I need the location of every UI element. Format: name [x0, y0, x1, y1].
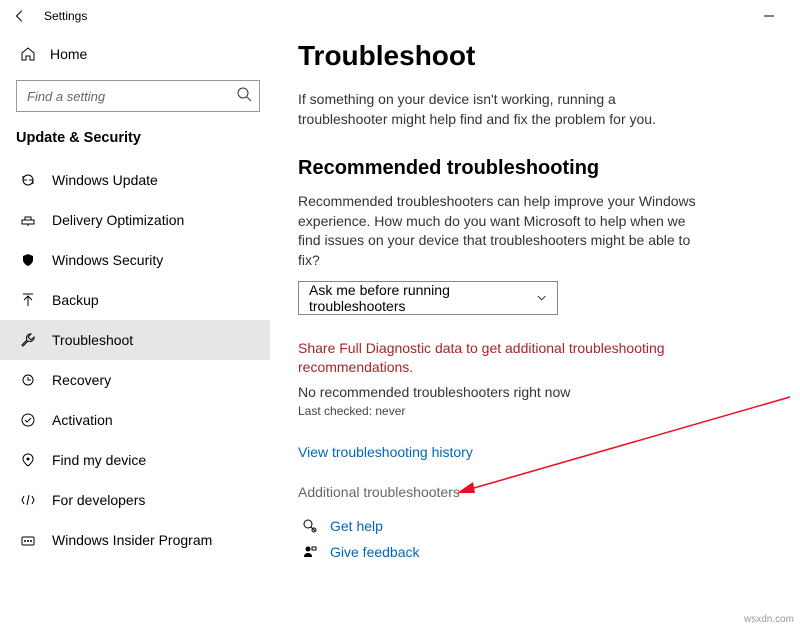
home-label: Home [50, 46, 87, 62]
give-feedback-row[interactable]: Give feedback [298, 544, 760, 560]
delivery-icon [18, 212, 38, 228]
nav-label: Find my device [52, 452, 146, 468]
sync-icon [18, 172, 38, 188]
status-text: No recommended troubleshooters right now [298, 384, 760, 400]
nav-troubleshoot[interactable]: Troubleshoot [0, 320, 270, 360]
search-input[interactable] [16, 80, 260, 112]
feedback-icon [298, 544, 322, 560]
location-icon [18, 452, 38, 468]
insider-icon [18, 532, 38, 548]
history-link[interactable]: View troubleshooting history [298, 444, 473, 460]
give-feedback-link: Give feedback [330, 544, 420, 560]
troubleshoot-icon [18, 332, 38, 348]
nav-windows-insider[interactable]: Windows Insider Program [10, 520, 270, 560]
backup-icon [18, 292, 38, 308]
nav-windows-update[interactable]: Windows Update [10, 160, 270, 200]
page-title: Troubleshoot [298, 40, 760, 72]
nav-label: Activation [52, 412, 113, 428]
nav-find-my-device[interactable]: Find my device [10, 440, 270, 480]
section-heading: Update & Security [10, 130, 270, 146]
watermark: wsxdn.com [744, 614, 794, 625]
shield-icon [18, 252, 38, 268]
back-button[interactable] [8, 4, 32, 28]
troubleshoot-preference-dropdown[interactable]: Ask me before running troubleshooters [298, 281, 558, 315]
nav-label: Recovery [52, 372, 111, 388]
titlebar: Settings [0, 0, 800, 32]
recommended-description: Recommended troubleshooters can help imp… [298, 192, 708, 270]
window-title: Settings [44, 9, 87, 23]
nav-label: Troubleshoot [52, 332, 133, 348]
nav-activation[interactable]: Activation [10, 400, 270, 440]
recovery-icon [18, 372, 38, 388]
nav-label: For developers [52, 492, 145, 508]
dropdown-value: Ask me before running troubleshooters [309, 282, 536, 314]
minimize-button[interactable] [746, 0, 792, 32]
minimize-icon [764, 11, 774, 21]
additional-troubleshooters-heading[interactable]: Additional troubleshooters [298, 484, 760, 500]
nav-label: Windows Update [52, 172, 158, 188]
nav-delivery-optimization[interactable]: Delivery Optimization [10, 200, 270, 240]
get-help-icon [298, 518, 322, 534]
arrow-left-icon [13, 9, 27, 23]
recommended-heading: Recommended troubleshooting [298, 157, 760, 180]
search-container [16, 80, 260, 112]
nav-label: Windows Insider Program [52, 532, 212, 548]
home-icon [18, 46, 38, 62]
developers-icon [18, 492, 38, 508]
nav-label: Delivery Optimization [52, 212, 184, 228]
nav-recovery[interactable]: Recovery [10, 360, 270, 400]
sidebar: Home Update & Security Windows Update De… [0, 32, 270, 629]
last-checked-text: Last checked: never [298, 404, 760, 418]
activation-icon [18, 412, 38, 428]
nav-backup[interactable]: Backup [10, 280, 270, 320]
page-description: If something on your device isn't workin… [298, 90, 708, 129]
diagnostic-alert: Share Full Diagnostic data to get additi… [298, 339, 698, 378]
get-help-link: Get help [330, 518, 383, 534]
nav-windows-security[interactable]: Windows Security [10, 240, 270, 280]
chevron-down-icon [536, 292, 547, 304]
nav-for-developers[interactable]: For developers [10, 480, 270, 520]
nav-label: Windows Security [52, 252, 163, 268]
nav-label: Backup [52, 292, 99, 308]
get-help-row[interactable]: Get help [298, 518, 760, 534]
home-nav[interactable]: Home [10, 36, 270, 72]
main-content: Troubleshoot If something on your device… [270, 32, 800, 629]
